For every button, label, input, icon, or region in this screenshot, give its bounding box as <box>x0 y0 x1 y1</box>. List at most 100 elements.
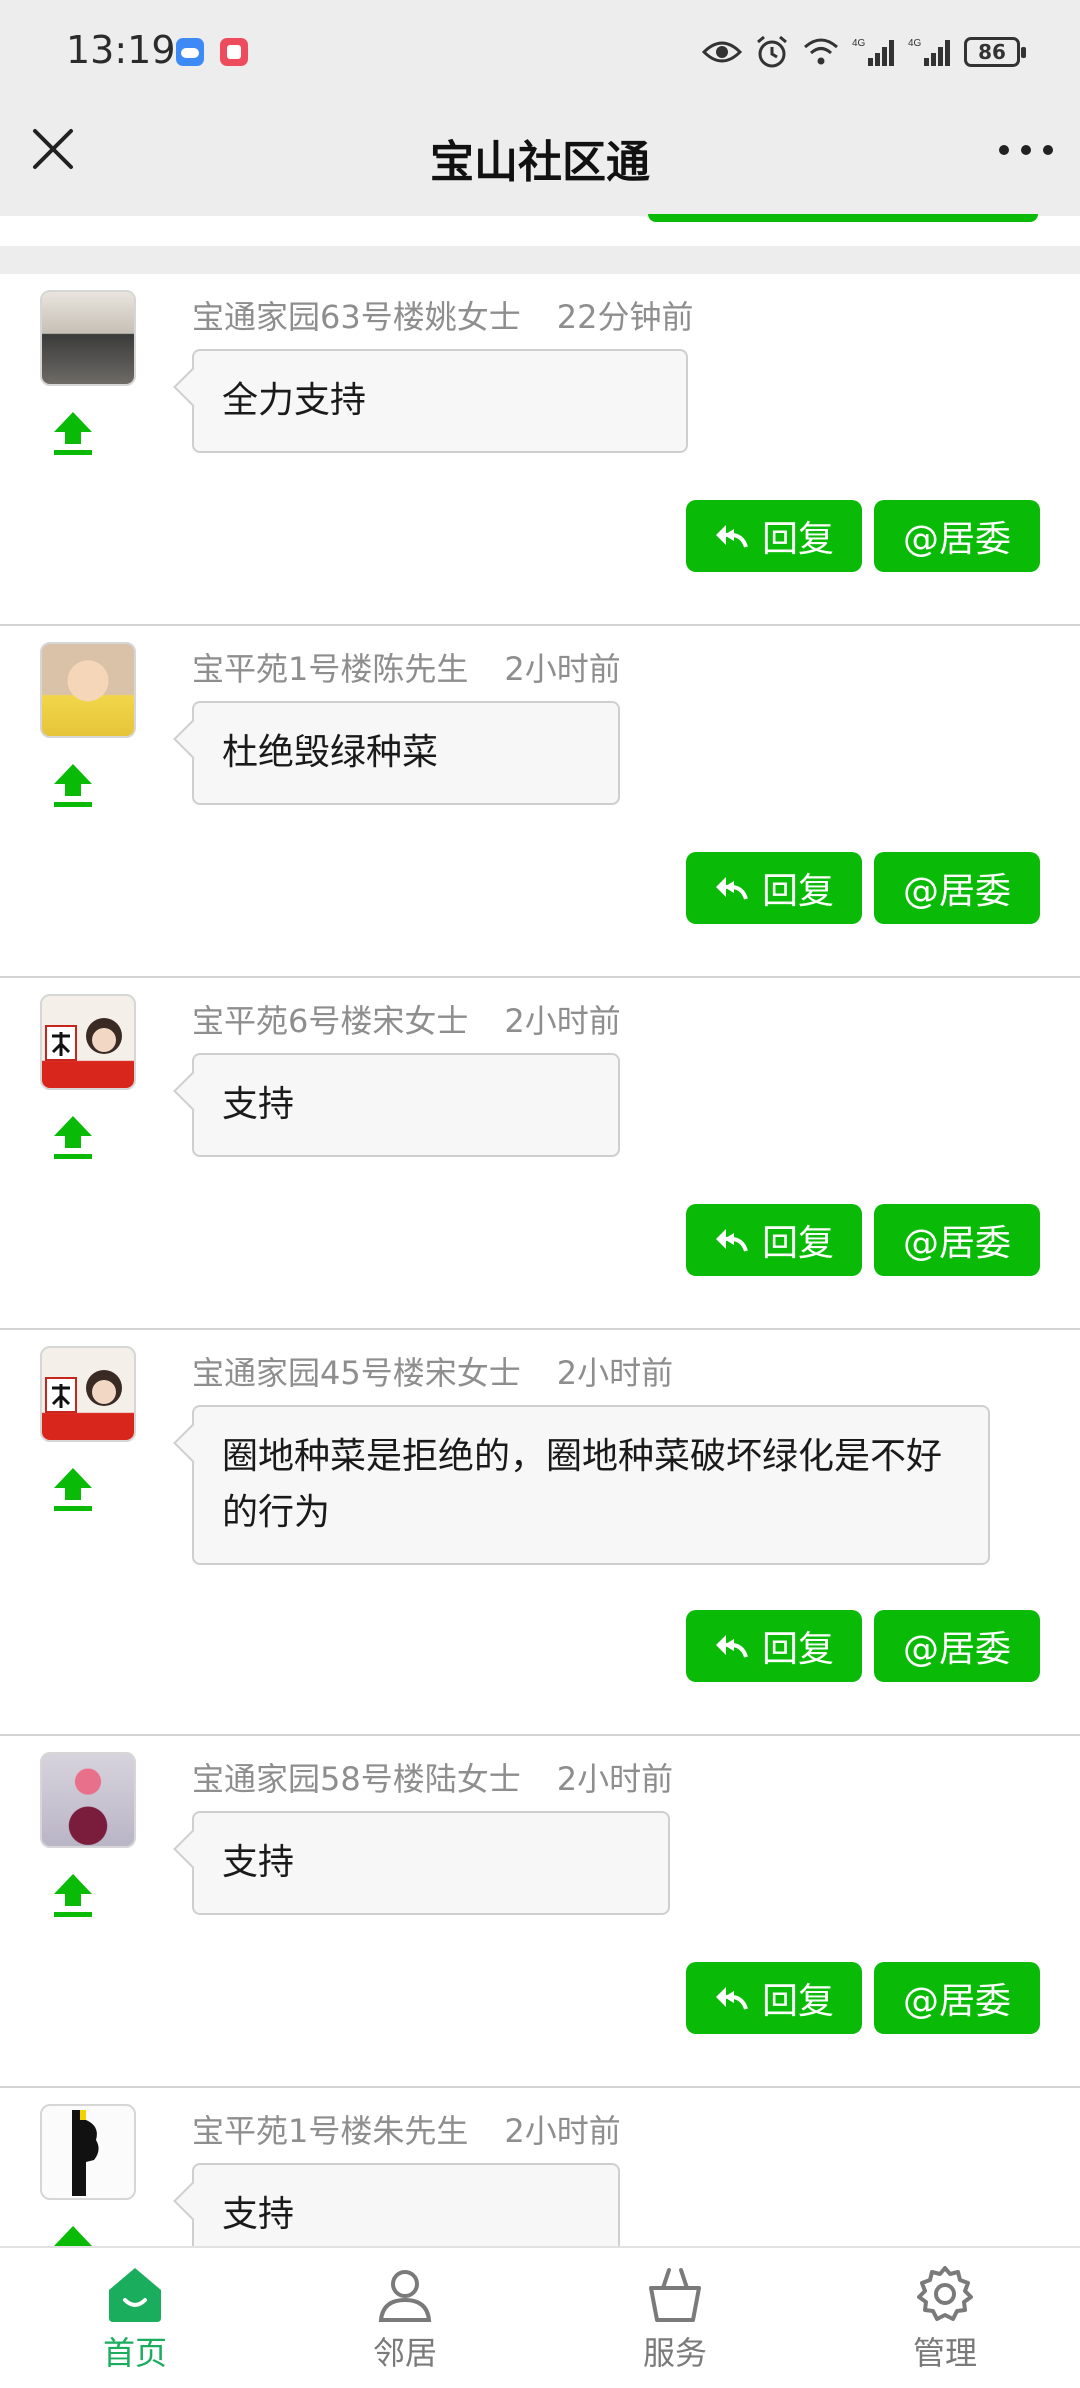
mention-committee-button[interactable]: @居委 <box>874 1204 1040 1276</box>
bottom-nav: 首页 邻居 服务 管理 <box>0 2246 1080 2382</box>
comment-text: 圈地种菜是拒绝的，圈地种菜破坏绿化是不好的行为 <box>222 1436 943 1533</box>
nav-neighbors[interactable]: 邻居 <box>270 2248 540 2382</box>
reply-label: 回复 <box>761 1223 834 1264</box>
comment-text: 杜绝毁绿种菜 <box>222 732 439 773</box>
more-icon[interactable] <box>996 140 1056 160</box>
gear-icon <box>917 2266 973 2321</box>
comment-time: 2小时前 <box>504 2112 621 2150</box>
comment-time: 22分钟前 <box>556 298 694 336</box>
reply-button[interactable]: 回复 <box>686 1204 862 1276</box>
nav-services[interactable]: 服务 <box>540 2248 810 2382</box>
comment-meta: 宝平苑1号楼朱先生 2小时前 <box>192 2106 621 2152</box>
reply-button[interactable]: 回复 <box>686 1610 862 1682</box>
avatar-art <box>45 1018 122 1061</box>
reply-icon <box>715 525 748 548</box>
comment-bubble: 杜绝毁绿种菜 <box>192 701 620 805</box>
reply-button[interactable]: 回复 <box>686 500 862 572</box>
author-name: 宝平苑6号楼宋女士 <box>192 1002 469 1040</box>
reply-icon <box>715 1229 748 1252</box>
comment-meta: 宝通家园58号楼陆女士 2小时前 <box>192 1754 673 1800</box>
reply-label: 回复 <box>761 871 834 912</box>
author-name: 宝通家园58号楼陆女士 <box>192 1760 521 1798</box>
comment-list: 宝通家园63号楼姚女士 22分钟前 全力支持 回复 @居委 宝平苑1号楼陈先生 2小… <box>0 274 1080 2388</box>
notification-app-icon <box>220 38 248 66</box>
signal-4g-icon-2: 4G <box>908 38 950 66</box>
section-divider <box>0 246 1080 274</box>
comment-text: 支持 <box>222 1842 295 1883</box>
author-name: 宝平苑1号楼朱先生 <box>192 2112 469 2150</box>
wifi-icon <box>804 38 838 65</box>
avatar[interactable] <box>40 994 136 1090</box>
comment-bubble: 圈地种菜是拒绝的，圈地种菜破坏绿化是不好的行为 <box>192 1405 990 1565</box>
avatar[interactable] <box>40 2104 136 2200</box>
page-title: 宝山社区通 <box>430 137 650 188</box>
avatar[interactable] <box>40 1752 136 1848</box>
comment-bubble: 全力支持 <box>192 349 688 453</box>
upvote-icon[interactable] <box>50 1112 96 1160</box>
comment-text: 支持 <box>222 1084 295 1125</box>
author-name: 宝平苑1号楼陈先生 <box>192 650 469 688</box>
comment-time: 2小时前 <box>556 1354 674 1392</box>
comment-bubble: 支持 <box>192 1053 620 1157</box>
person-icon <box>378 2270 432 2322</box>
comment-text: 支持 <box>222 2194 295 2235</box>
reply-label: 回复 <box>761 1981 834 2022</box>
comment-text: 全力支持 <box>222 380 367 421</box>
signal-4g-icon: 4G <box>852 38 894 66</box>
svg-text:4G: 4G <box>852 38 866 49</box>
reply-button[interactable]: 回复 <box>686 852 862 924</box>
nav-label: 邻居 <box>372 2334 437 2372</box>
status-bar: 13:19 4G 4G 86 <box>0 0 1080 100</box>
mention-label: @居委 <box>902 1629 1011 1670</box>
author-name: 宝通家园63号楼姚女士 <box>192 298 521 336</box>
comment-bubble: 支持 <box>192 1811 670 1915</box>
comment-time: 2小时前 <box>556 1760 674 1798</box>
mention-committee-button[interactable]: @居委 <box>874 1610 1040 1682</box>
eye-icon <box>702 41 742 63</box>
avatar-art <box>45 1370 122 1413</box>
reply-icon <box>715 877 748 900</box>
home-icon <box>109 2268 161 2322</box>
basket-icon <box>649 2268 701 2322</box>
reply-button[interactable]: 回复 <box>686 1962 862 2034</box>
reply-icon <box>715 1987 748 2010</box>
reply-label: 回复 <box>761 1629 834 1670</box>
avatar[interactable] <box>40 290 136 386</box>
avatar[interactable] <box>40 1346 136 1442</box>
avatar[interactable] <box>40 642 136 738</box>
mention-committee-button[interactable]: @居委 <box>874 852 1040 924</box>
author-name: 宝通家园45号楼宋女士 <box>192 1354 521 1392</box>
comment-item: 宝通家园63号楼姚女士 22分钟前 全力支持 回复 @居委 <box>0 274 1080 626</box>
comment-item: 宝平苑1号楼陈先生 2小时前 杜绝毁绿种菜 回复 @居委 <box>0 626 1080 978</box>
comment-item: 宝通家园45号楼宋女士 2小时前 圈地种菜是拒绝的，圈地种菜破坏绿化是不好的行为 … <box>0 1330 1080 1736</box>
comment-meta: 宝平苑6号楼宋女士 2小时前 <box>192 996 621 1042</box>
reply-icon <box>715 1635 748 1658</box>
comment-time: 2小时前 <box>504 1002 621 1040</box>
nav-label: 服务 <box>642 2334 707 2372</box>
mention-label: @居委 <box>902 1981 1011 2022</box>
mention-label: @居委 <box>902 871 1011 912</box>
reply-label: 回复 <box>761 519 834 560</box>
upvote-icon[interactable] <box>50 1464 96 1512</box>
upvote-icon[interactable] <box>50 1870 96 1918</box>
nav-manage[interactable]: 管理 <box>810 2248 1080 2382</box>
mention-committee-button[interactable]: @居委 <box>874 500 1040 572</box>
upvote-icon[interactable] <box>50 408 96 456</box>
status-time: 13:19 <box>66 28 176 72</box>
comment-item: 宝通家园58号楼陆女士 2小时前 支持 回复 @居委 <box>0 1736 1080 2088</box>
comment-item: 宝平苑6号楼宋女士 2小时前 支持 回复 @居委 <box>0 978 1080 1330</box>
battery-icon: 86 <box>964 37 1026 67</box>
svg-text:4G: 4G <box>908 38 922 49</box>
avatar-art <box>72 2110 99 2196</box>
nav-label: 首页 <box>102 2334 167 2372</box>
cloud-app-icon <box>176 38 204 66</box>
app-header: 宝山社区通 <box>0 100 1080 216</box>
mention-label: @居委 <box>902 1223 1011 1264</box>
comment-meta: 宝通家园63号楼姚女士 22分钟前 <box>192 292 693 338</box>
green-button-edge <box>648 214 1038 222</box>
mention-label: @居委 <box>902 519 1011 560</box>
upvote-icon[interactable] <box>50 760 96 808</box>
mention-committee-button[interactable]: @居委 <box>874 1962 1040 2034</box>
comment-meta: 宝通家园45号楼宋女士 2小时前 <box>192 1348 673 1394</box>
nav-home[interactable]: 首页 <box>0 2248 270 2382</box>
